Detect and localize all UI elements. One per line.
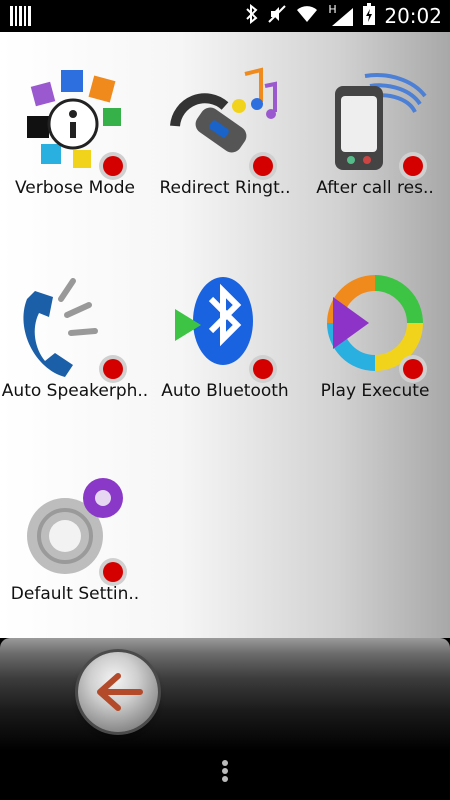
overflow-menu-icon[interactable] bbox=[215, 758, 235, 788]
tile-label: Play Execute bbox=[320, 381, 430, 401]
signal-icon: H bbox=[328, 3, 354, 27]
tile-after-call-reset[interactable]: After call res.. bbox=[300, 32, 450, 232]
bluetooth-icon bbox=[245, 3, 259, 28]
tile-label: After call res.. bbox=[316, 178, 434, 198]
play-ring-icon bbox=[315, 269, 435, 389]
back-arrow-icon bbox=[97, 673, 143, 711]
tile-default-settings[interactable]: Default Settin.. bbox=[0, 438, 150, 638]
tile-label: Redirect Ringt.. bbox=[159, 178, 291, 198]
tile-auto-bluetooth[interactable]: Auto Bluetooth bbox=[150, 235, 300, 435]
bottom-bar bbox=[0, 638, 450, 800]
tile-auto-speakerphone[interactable]: Auto Speakerph.. bbox=[0, 235, 150, 435]
tile-play-execute[interactable]: Play Execute bbox=[300, 235, 450, 435]
barcode-icon bbox=[10, 6, 32, 26]
gears-icon bbox=[15, 472, 135, 592]
clock: 20:02 bbox=[384, 4, 442, 28]
tile-label: Auto Bluetooth bbox=[161, 381, 289, 401]
phone-signal-icon bbox=[315, 66, 435, 186]
tile-label: Verbose Mode bbox=[15, 178, 135, 198]
back-button[interactable] bbox=[78, 652, 158, 732]
tile-redirect-ringtone[interactable]: Redirect Ringt.. bbox=[150, 32, 300, 232]
tile-verbose-mode[interactable]: Verbose Mode bbox=[0, 32, 150, 232]
tile-label: Auto Speakerph.. bbox=[1, 381, 149, 401]
battery-charging-icon bbox=[363, 3, 376, 29]
mute-icon bbox=[268, 4, 287, 28]
headset-music-icon bbox=[165, 66, 285, 186]
info-color-wheel-icon bbox=[15, 66, 135, 186]
shortcut-grid: Verbose Mode Redirect Ringt.. After call… bbox=[0, 32, 450, 638]
status-bar: H 20:02 bbox=[0, 0, 450, 32]
tile-label: Default Settin.. bbox=[10, 584, 140, 604]
wifi-icon bbox=[295, 4, 319, 28]
bluetooth-play-icon bbox=[165, 269, 285, 389]
phone-speaker-icon bbox=[15, 269, 135, 389]
